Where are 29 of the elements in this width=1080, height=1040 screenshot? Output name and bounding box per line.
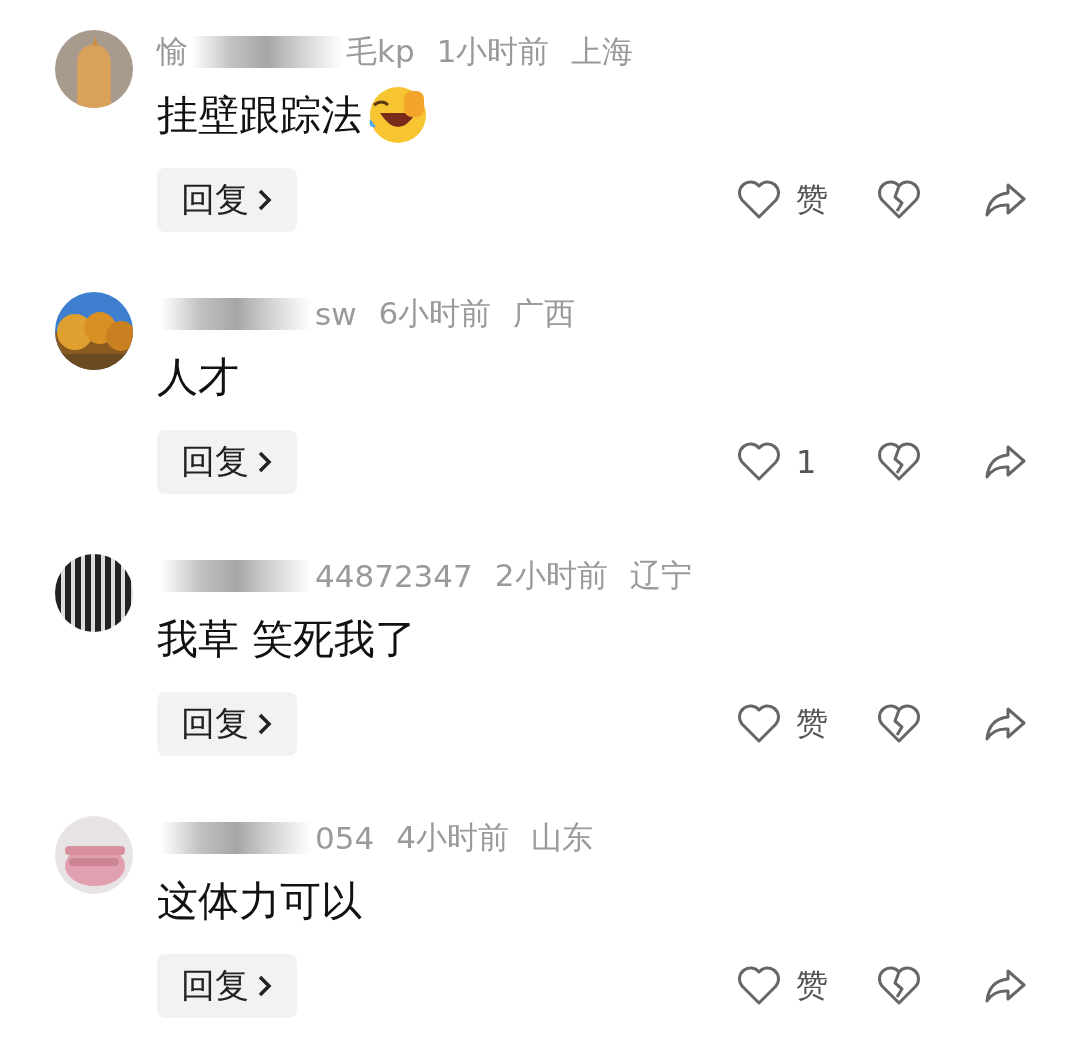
reply-button[interactable]: 回复 [157,168,297,232]
comment-location: 上海 [571,32,634,71]
comment-time: 1小时前 [436,32,550,71]
username[interactable]: sw [315,296,357,332]
comment-text: 这体力可以 [157,875,362,927]
like-count: 赞 [796,965,828,1006]
reply-button[interactable]: 回复 [157,954,297,1018]
comment-text: 人才 [157,351,239,403]
username[interactable]: 毛kp [346,31,415,73]
comment-time: 6小时前 [378,294,492,333]
comment-location: 辽宁 [629,556,692,595]
chevron-right-icon [257,188,273,212]
like-count: 1 [796,443,817,481]
like-count: 赞 [796,703,828,744]
username[interactable]: 054 [315,820,375,856]
reply-button[interactable]: 回复 [157,430,297,494]
comment-time: 4小时前 [396,818,509,857]
username[interactable]: 愉 [157,31,188,73]
comment-text: 挂壁跟踪法 [157,89,362,141]
comment-location: 山东 [530,818,593,857]
like-count: 赞 [796,179,828,220]
comment-location: 广西 [513,294,576,333]
chevron-right-icon [257,712,273,736]
comment-text: 我草 笑死我了 [157,613,417,665]
reply-button[interactable]: 回复 [157,692,297,756]
chevron-right-icon [257,974,273,998]
comment-time: 2小时前 [494,556,608,595]
username[interactable]: 44872347 [315,558,473,594]
chevron-right-icon [257,450,273,474]
